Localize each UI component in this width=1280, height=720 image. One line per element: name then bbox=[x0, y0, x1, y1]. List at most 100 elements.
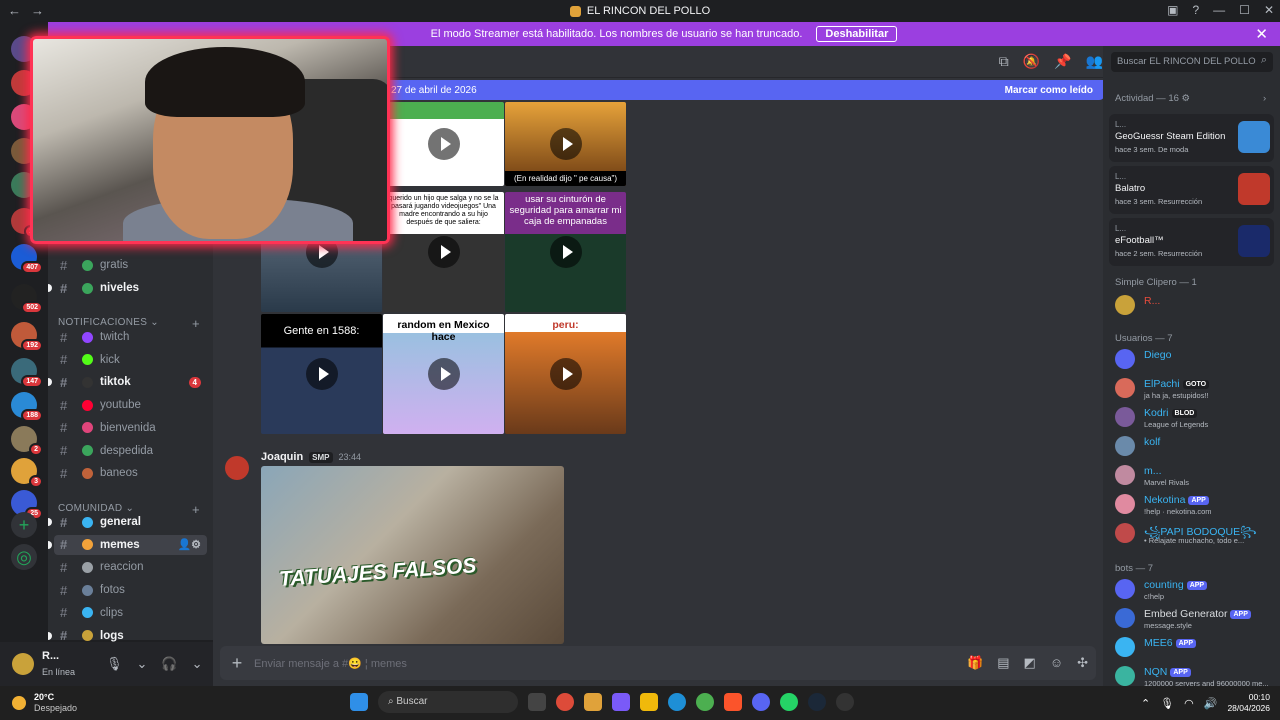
member-item[interactable]: Diego bbox=[1115, 347, 1275, 373]
server-tag[interactable]: SMP bbox=[309, 451, 333, 463]
play-icon[interactable] bbox=[305, 358, 338, 390]
file-explorer-icon[interactable] bbox=[584, 693, 602, 711]
weather-widget[interactable]: 20°C Despejado bbox=[12, 692, 77, 714]
sticker-icon[interactable]: ◩ bbox=[1024, 655, 1036, 671]
member-item[interactable]: Kodri BLOD League of Legends bbox=[1115, 405, 1275, 431]
obs-icon[interactable] bbox=[836, 693, 854, 711]
video-tile[interactable]: querido un hijo que salga y no se la pas… bbox=[383, 192, 504, 312]
play-icon[interactable] bbox=[549, 236, 582, 268]
play-icon[interactable] bbox=[549, 128, 582, 160]
activity-header[interactable]: Actividad — 16 ⚙ bbox=[1115, 93, 1190, 104]
user-info[interactable]: R... En línea bbox=[42, 650, 75, 679]
chevron-up-icon[interactable]: ⌃ bbox=[1141, 697, 1150, 710]
members-icon[interactable]: 👥 bbox=[1086, 53, 1103, 70]
channel-despedida[interactable]: # despedida bbox=[54, 441, 207, 461]
brave-icon[interactable] bbox=[724, 693, 742, 711]
chevron-right-icon[interactable]: › bbox=[1263, 93, 1266, 104]
steam-icon[interactable] bbox=[808, 693, 826, 711]
whatsapp-icon[interactable] bbox=[780, 693, 798, 711]
volume-icon[interactable]: 🔊 bbox=[1204, 697, 1218, 710]
image-embed[interactable]: TATUAJES FALSOS bbox=[261, 466, 564, 644]
add-server-button[interactable]: + bbox=[11, 512, 37, 538]
server-icon[interactable]: 3 bbox=[11, 458, 43, 488]
video-tile[interactable]: peru: bbox=[505, 314, 626, 434]
server-icon[interactable]: 188 bbox=[11, 392, 43, 422]
emoji-icon[interactable]: ☺ bbox=[1050, 655, 1063, 671]
avatar[interactable] bbox=[12, 653, 34, 675]
channel-general[interactable]: # general bbox=[48, 512, 207, 532]
video-tile[interactable]: Gente en 1588: bbox=[261, 314, 382, 434]
server-icon[interactable]: 407 bbox=[11, 244, 43, 274]
channel-fotos[interactable]: # fotos bbox=[54, 580, 207, 600]
channel-reaccion[interactable]: # reaccion bbox=[54, 557, 207, 577]
video-tile[interactable]: usar su cinturón de seguridad para amarr… bbox=[505, 192, 626, 312]
help-icon[interactable]: ? bbox=[1192, 3, 1199, 17]
channel-twitch[interactable]: # twitch bbox=[54, 327, 207, 347]
headphones-icon[interactable]: 🎧 bbox=[161, 656, 177, 672]
server-icon[interactable]: 147 bbox=[11, 358, 43, 388]
search-input[interactable]: Buscar EL RINCON DEL POLLO ⌕ bbox=[1111, 52, 1273, 72]
threads-icon[interactable]: ⧉ bbox=[999, 53, 1009, 70]
forward-button[interactable]: → bbox=[31, 3, 44, 18]
chrome-icon[interactable] bbox=[556, 693, 574, 711]
mark-read-button[interactable]: Marcar como leído bbox=[1005, 85, 1093, 96]
video-tile[interactable]: (En realidad dijo " pe causa") bbox=[505, 102, 626, 186]
new-messages-bar[interactable]: 27 de abril de 2026 Marcar como leído bbox=[385, 80, 1105, 100]
channel-baneos[interactable]: # baneos bbox=[54, 463, 207, 483]
channel-gratis[interactable]: # gratis bbox=[54, 255, 207, 275]
channel-niveles[interactable]: # niveles bbox=[48, 278, 207, 298]
channel-settings-icon[interactable]: 👤⚙ bbox=[177, 538, 201, 551]
attach-icon[interactable]: + bbox=[220, 653, 254, 674]
server-icon[interactable]: 192 bbox=[11, 322, 43, 352]
chevron-down-icon[interactable]: ⌄ bbox=[137, 656, 148, 672]
notifications-muted-icon[interactable]: 🔕 bbox=[1023, 53, 1040, 70]
video-tile[interactable] bbox=[383, 102, 504, 186]
channel-kick[interactable]: # kick bbox=[54, 350, 207, 370]
apps-icon[interactable]: ✣ bbox=[1077, 655, 1088, 671]
binance-icon[interactable] bbox=[640, 693, 658, 711]
back-button[interactable]: ← bbox=[8, 3, 21, 18]
member-item[interactable]: R... bbox=[1115, 293, 1275, 319]
play-icon[interactable] bbox=[427, 236, 460, 268]
copilot-icon[interactable] bbox=[612, 693, 630, 711]
avatar[interactable] bbox=[225, 456, 249, 480]
chrome-alt-icon[interactable] bbox=[696, 693, 714, 711]
minimize-button[interactable]: — bbox=[1213, 3, 1225, 17]
member-item[interactable]: Embed Generator APP message.style bbox=[1115, 606, 1275, 632]
inbox-icon[interactable]: ▣ bbox=[1167, 3, 1178, 17]
chevron-down-icon[interactable]: ⌄ bbox=[192, 656, 203, 672]
member-item[interactable]: m... Marvel Rivals bbox=[1115, 463, 1275, 489]
discover-icon[interactable]: ◎ bbox=[11, 544, 37, 570]
play-icon[interactable] bbox=[427, 128, 460, 160]
message-input[interactable]: Enviar mensaje a #😀 ¦ memes bbox=[254, 657, 407, 670]
microphone-tray-icon[interactable]: 🎙 bbox=[1160, 697, 1174, 710]
member-item[interactable]: kolf bbox=[1115, 434, 1275, 460]
disable-streamer-button[interactable]: Deshabilitar bbox=[816, 26, 898, 42]
close-icon[interactable]: ✕ bbox=[1255, 25, 1268, 43]
gif-icon[interactable]: ▤ bbox=[997, 655, 1009, 671]
channel-tiktok[interactable]: # tiktok 4 bbox=[48, 372, 207, 392]
member-item[interactable]: MEE6 APP bbox=[1115, 635, 1275, 661]
member-item[interactable]: ElPachi GOTO ja ha ja, estupidos!! bbox=[1115, 376, 1275, 402]
activity-card[interactable]: L... eFootball™ hace 2 sem. Resurrección bbox=[1109, 218, 1274, 266]
member-item[interactable]: ꧁PAPI BODOQUE꧂ • Relajate muchacho, todo … bbox=[1115, 521, 1275, 547]
channel-memes[interactable]: # memes 👤⚙ bbox=[48, 534, 207, 555]
play-icon[interactable] bbox=[549, 358, 582, 390]
windows-start-icon[interactable] bbox=[350, 693, 368, 711]
pin-icon[interactable]: 📌 bbox=[1054, 53, 1071, 70]
taskbar-search[interactable]: ⌕ Buscar bbox=[378, 691, 518, 713]
channel-bienvenida[interactable]: # bienvenida bbox=[54, 418, 207, 438]
microphone-icon[interactable]: 🎙 bbox=[106, 656, 123, 672]
task-view-icon[interactable] bbox=[528, 693, 546, 711]
member-item[interactable]: Nekotina APP !help · nekotina.com bbox=[1115, 492, 1275, 518]
activity-card[interactable]: L... GeoGuessr Steam Edition hace 3 sem. D… bbox=[1109, 114, 1274, 162]
gift-icon[interactable]: 🎁 bbox=[967, 655, 983, 671]
activity-card[interactable]: L... Balatro hace 3 sem. Resurrección bbox=[1109, 166, 1274, 214]
wifi-icon[interactable]: ◠ bbox=[1184, 697, 1194, 710]
channel-youtube[interactable]: # youtube bbox=[54, 395, 207, 415]
discord-icon[interactable] bbox=[752, 693, 770, 711]
maximize-button[interactable]: ☐ bbox=[1239, 3, 1250, 17]
play-icon[interactable] bbox=[427, 358, 460, 390]
server-icon[interactable]: 502 bbox=[11, 284, 43, 314]
channel-clips[interactable]: # clips bbox=[54, 603, 207, 623]
